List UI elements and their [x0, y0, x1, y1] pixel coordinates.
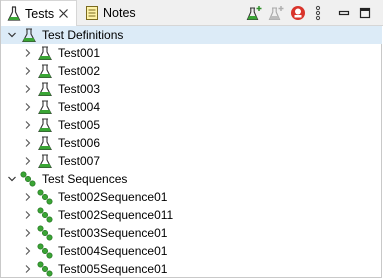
sequence-icon: [37, 207, 53, 223]
maximize-icon: [359, 7, 371, 19]
tree-item-label: Test005: [58, 118, 101, 132]
flask-icon: [22, 28, 36, 43]
tree-item-test[interactable]: Test004: [1, 98, 382, 116]
chevron-right-icon[interactable]: [23, 102, 33, 112]
add-test-disabled-button[interactable]: [267, 4, 285, 22]
minimize-button[interactable]: [335, 4, 353, 22]
tree-item-label: Test001: [58, 46, 101, 60]
tree-item-test[interactable]: Test001: [1, 44, 382, 62]
stop-button[interactable]: [289, 4, 307, 22]
tree-node-test-sequences[interactable]: Test Sequences: [1, 170, 382, 188]
chevron-right-icon[interactable]: [23, 84, 33, 94]
tab-tests[interactable]: Tests: [1, 0, 77, 26]
stop-icon: [291, 6, 305, 20]
maximize-button[interactable]: [356, 4, 374, 22]
tree-item-label: Test003Sequence01: [58, 226, 168, 240]
chevron-right-icon[interactable]: [23, 48, 33, 58]
flask-icon: [38, 82, 52, 97]
tree-item-label: Test004: [58, 100, 101, 114]
tree-item-label: Test002: [58, 64, 101, 78]
tree-node-label: Test Sequences: [42, 172, 128, 186]
add-test-button[interactable]: [245, 4, 263, 22]
chevron-right-icon[interactable]: [23, 120, 33, 130]
tree-item-label: Test005Sequence01: [58, 262, 168, 276]
tree-item-test[interactable]: Test006: [1, 134, 382, 152]
close-icon[interactable]: [58, 8, 69, 19]
tab-tests-label: Tests: [25, 7, 55, 21]
tree-item-sequence[interactable]: Test004Sequence01: [1, 242, 382, 260]
chevron-down-icon[interactable]: [7, 30, 17, 40]
flask-icon: [38, 100, 52, 115]
chevron-right-icon[interactable]: [23, 210, 33, 220]
chevron-right-icon[interactable]: [23, 192, 33, 202]
tree-item-sequence[interactable]: Test005Sequence01: [1, 260, 382, 278]
tree-item-test[interactable]: Test005: [1, 116, 382, 134]
sequence-icon: [37, 189, 53, 205]
notes-icon: [86, 6, 98, 20]
tree-item-sequence[interactable]: Test002Sequence011: [1, 206, 382, 224]
chevron-right-icon[interactable]: [23, 246, 33, 256]
flask-icon: [38, 154, 52, 169]
tree-item-label: Test007: [58, 154, 101, 168]
tree-item-label: Test004Sequence01: [58, 244, 168, 258]
flask-icon: [38, 64, 52, 79]
tree-item-label: Test002Sequence011: [58, 208, 174, 222]
tab-notes-label: Notes: [103, 6, 136, 20]
tree-item-test[interactable]: Test007: [1, 152, 382, 170]
chevron-down-icon[interactable]: [7, 174, 17, 184]
tree-item-label: Test002Sequence01: [58, 190, 168, 204]
sequence-icon: [20, 171, 36, 187]
tree-node-label: Test Definitions: [42, 28, 124, 42]
flask-icon: [38, 46, 52, 61]
tab-notes[interactable]: Notes: [79, 0, 159, 26]
tab-bar: Tests Notes: [1, 0, 383, 26]
tree-item-sequence[interactable]: Test002Sequence01: [1, 188, 382, 206]
chevron-right-icon[interactable]: [23, 138, 33, 148]
tree-item-test[interactable]: Test003: [1, 80, 382, 98]
flask-icon: [38, 118, 52, 133]
tree-item-label: Test003: [58, 82, 101, 96]
flask-icon: [38, 136, 52, 151]
chevron-right-icon[interactable]: [23, 228, 33, 238]
tree-item-label: Test006: [58, 136, 101, 150]
tree-item-sequence[interactable]: Test003Sequence01: [1, 224, 382, 242]
sequence-icon: [37, 261, 53, 277]
tests-view-panel: Tests Notes Test Definitions Test001 Tes…: [0, 0, 383, 278]
sequence-icon: [37, 225, 53, 241]
tree-item-test[interactable]: Test002: [1, 62, 382, 80]
sequence-icon: [37, 243, 53, 259]
chevron-right-icon[interactable]: [23, 264, 33, 274]
more-options-icon: [315, 5, 321, 21]
more-options-button[interactable]: [312, 4, 324, 22]
chevron-right-icon[interactable]: [23, 156, 33, 166]
add-test-icon: [246, 6, 262, 21]
minimize-icon: [338, 10, 350, 16]
add-test-disabled-icon: [268, 6, 284, 21]
chevron-right-icon[interactable]: [23, 66, 33, 76]
flask-icon: [7, 6, 21, 21]
tree-node-test-definitions[interactable]: Test Definitions: [1, 26, 382, 44]
